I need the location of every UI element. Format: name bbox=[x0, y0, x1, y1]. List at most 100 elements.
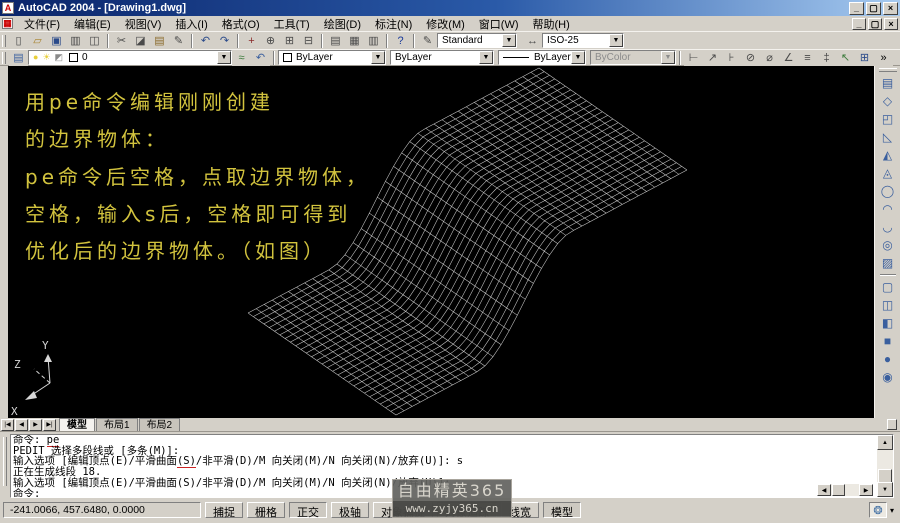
zoom-previous-button[interactable]: ⊟ bbox=[299, 33, 318, 49]
plot-preview-button[interactable]: ◫ bbox=[85, 33, 104, 49]
close-button[interactable]: × bbox=[883, 2, 898, 15]
tab-scroll-prev[interactable]: ◀ bbox=[15, 419, 28, 431]
dim-style-combo[interactable]: ISO-25 ▼ bbox=[542, 33, 624, 48]
shaded-with-edges-button[interactable]: ◉ bbox=[878, 368, 898, 386]
edge-surface-button[interactable]: ▨ bbox=[878, 254, 898, 272]
layers-manager-button[interactable]: ▤ bbox=[9, 50, 28, 66]
flat-shaded-button[interactable]: ■ bbox=[878, 332, 898, 350]
menu-dimension[interactable]: 标注(N) bbox=[368, 15, 419, 33]
paste-button[interactable]: ▤ bbox=[150, 33, 169, 49]
menu-help[interactable]: 帮助(H) bbox=[526, 15, 577, 33]
tab-scroll-next[interactable]: ▶ bbox=[29, 419, 42, 431]
vscroll-thumb[interactable] bbox=[878, 469, 892, 483]
doc-close-button[interactable]: × bbox=[884, 18, 898, 30]
box-surface-button[interactable]: ◰ bbox=[878, 110, 898, 128]
menu-modify[interactable]: 修改(M) bbox=[419, 15, 472, 33]
polar-toggle[interactable]: 极轴 bbox=[331, 502, 369, 518]
text-style-combo[interactable]: Standard ▼ bbox=[437, 33, 517, 48]
lineweight-combo[interactable]: ByLayer ▼ bbox=[498, 50, 586, 65]
chevron-down-icon[interactable]: ▼ bbox=[371, 51, 385, 64]
menu-view[interactable]: 视图(V) bbox=[118, 15, 169, 33]
snap-toggle[interactable]: 捕捉 bbox=[205, 502, 243, 518]
aligned-dimension-button[interactable]: ↗ bbox=[703, 50, 722, 66]
layer-combo[interactable]: ●☀◩ 0 ▼ bbox=[28, 50, 232, 65]
restore-button[interactable]: ▢ bbox=[866, 2, 881, 15]
designcenter-button[interactable]: ▦ bbox=[345, 33, 364, 49]
properties-button[interactable]: ▤ bbox=[326, 33, 345, 49]
dim-style-button[interactable]: ↔ bbox=[523, 33, 542, 49]
tab-bar-splitter[interactable] bbox=[887, 419, 897, 430]
pyramid-surface-button[interactable]: ◭ bbox=[878, 146, 898, 164]
menu-tools[interactable]: 工具(T) bbox=[267, 15, 317, 33]
pan-realtime-button[interactable]: + bbox=[242, 33, 261, 49]
hidden-shade-button[interactable]: ◧ bbox=[878, 314, 898, 332]
ortho-toggle[interactable]: 正交 bbox=[289, 502, 327, 518]
tool-palettes-button[interactable]: ▥ bbox=[364, 33, 383, 49]
grid-toggle[interactable]: 栅格 bbox=[247, 502, 285, 518]
toolbar-handle[interactable] bbox=[2, 52, 6, 64]
scroll-down-icon[interactable]: ▼ bbox=[877, 482, 893, 497]
zoom-realtime-button[interactable]: ⊕ bbox=[261, 33, 280, 49]
save-file-button[interactable]: ▣ bbox=[47, 33, 66, 49]
2d-solid-button[interactable]: ▤ bbox=[878, 74, 898, 92]
doc-minimize-button[interactable]: _ bbox=[852, 18, 866, 30]
model-space-toggle[interactable]: 模型 bbox=[543, 502, 581, 518]
wedge-surface-button[interactable]: ◺ bbox=[878, 128, 898, 146]
open-file-button[interactable]: ▱ bbox=[28, 33, 47, 49]
menu-insert[interactable]: 插入(I) bbox=[168, 15, 214, 33]
linetype-combo[interactable]: ByLayer ▼ bbox=[390, 50, 494, 65]
redo-button[interactable]: ↷ bbox=[215, 33, 234, 49]
dish-surface-button[interactable]: ◡ bbox=[878, 218, 898, 236]
undo-button[interactable]: ↶ bbox=[196, 33, 215, 49]
dome-surface-button[interactable]: ◠ bbox=[878, 200, 898, 218]
torus-surface-button[interactable]: ◎ bbox=[878, 236, 898, 254]
copy-button[interactable]: ◪ bbox=[131, 33, 150, 49]
menu-file[interactable]: 文件(F) bbox=[17, 15, 67, 33]
quick-leader-button[interactable]: ↖ bbox=[836, 50, 855, 66]
scroll-left-icon[interactable]: ◀ bbox=[817, 484, 831, 496]
cut-button[interactable]: ✂ bbox=[112, 33, 131, 49]
3d-wireframe-button[interactable]: ◫ bbox=[878, 296, 898, 314]
baseline-dimension-button[interactable]: ≡ bbox=[798, 50, 817, 66]
minimize-button[interactable]: _ bbox=[849, 2, 864, 15]
diameter-dimension-button[interactable]: ⌀ bbox=[760, 50, 779, 66]
tolerance-button[interactable]: ⊞ bbox=[855, 50, 874, 66]
toolbar-handle[interactable] bbox=[879, 68, 897, 72]
scroll-up-icon[interactable]: ▲ bbox=[877, 435, 893, 450]
2d-wireframe-button[interactable]: ▢ bbox=[878, 278, 898, 296]
linear-dimension-button[interactable]: ⊢ bbox=[684, 50, 703, 66]
angular-dimension-button[interactable]: ∠ bbox=[779, 50, 798, 66]
radius-dimension-button[interactable]: ⊘ bbox=[741, 50, 760, 66]
toolbar-overflow-button[interactable]: » bbox=[874, 50, 893, 66]
chevron-down-icon[interactable]: ▼ bbox=[502, 34, 516, 47]
scroll-right-icon[interactable]: ▶ bbox=[859, 484, 873, 496]
command-window-grip[interactable] bbox=[3, 437, 7, 486]
drawing-viewport[interactable]: 用pe命令编辑刚刚创建的边界物体：pe命令后空格，点取边界物体，空格，输入s后，… bbox=[8, 66, 874, 418]
chevron-down-icon[interactable]: ▼ bbox=[217, 51, 231, 64]
new-file-button[interactable]: ▯ bbox=[9, 33, 28, 49]
sphere-surface-button[interactable]: ◯ bbox=[878, 182, 898, 200]
menu-edit[interactable]: 编辑(E) bbox=[67, 15, 118, 33]
status-tray-chevron-icon[interactable]: ▾ bbox=[890, 506, 894, 515]
3d-face-button[interactable]: ◇ bbox=[878, 92, 898, 110]
command-hscrollbar[interactable]: ◀ ▶ bbox=[817, 484, 873, 496]
make-object-layer-current-button[interactable]: ≈ bbox=[232, 50, 251, 66]
menu-draw[interactable]: 绘图(D) bbox=[317, 15, 368, 33]
layer-previous-button[interactable]: ↶ bbox=[251, 50, 270, 66]
tab-layout1[interactable]: 布局1 bbox=[96, 418, 138, 431]
tab-scroll-last[interactable]: ▶| bbox=[43, 419, 56, 431]
continue-dimension-button[interactable]: ‡ bbox=[817, 50, 836, 66]
tab-layout2[interactable]: 布局2 bbox=[139, 418, 181, 431]
chevron-down-icon[interactable]: ▼ bbox=[479, 51, 493, 64]
help-button[interactable]: ? bbox=[391, 33, 410, 49]
gouraud-shaded-button[interactable]: ● bbox=[878, 350, 898, 368]
menu-format[interactable]: 格式(O) bbox=[215, 15, 267, 33]
toolbar-handle[interactable] bbox=[2, 35, 6, 47]
quick-dimension-button[interactable]: ⊦ bbox=[722, 50, 741, 66]
cone-surface-button[interactable]: ◬ bbox=[878, 164, 898, 182]
match-properties-button[interactable]: ✎ bbox=[169, 33, 188, 49]
tab-model[interactable]: 模型 bbox=[59, 418, 95, 431]
doc-restore-button[interactable]: ▢ bbox=[868, 18, 882, 30]
text-style-button[interactable]: ✎ bbox=[418, 33, 437, 49]
command-vscrollbar[interactable]: ▲ ▼ bbox=[877, 435, 893, 497]
